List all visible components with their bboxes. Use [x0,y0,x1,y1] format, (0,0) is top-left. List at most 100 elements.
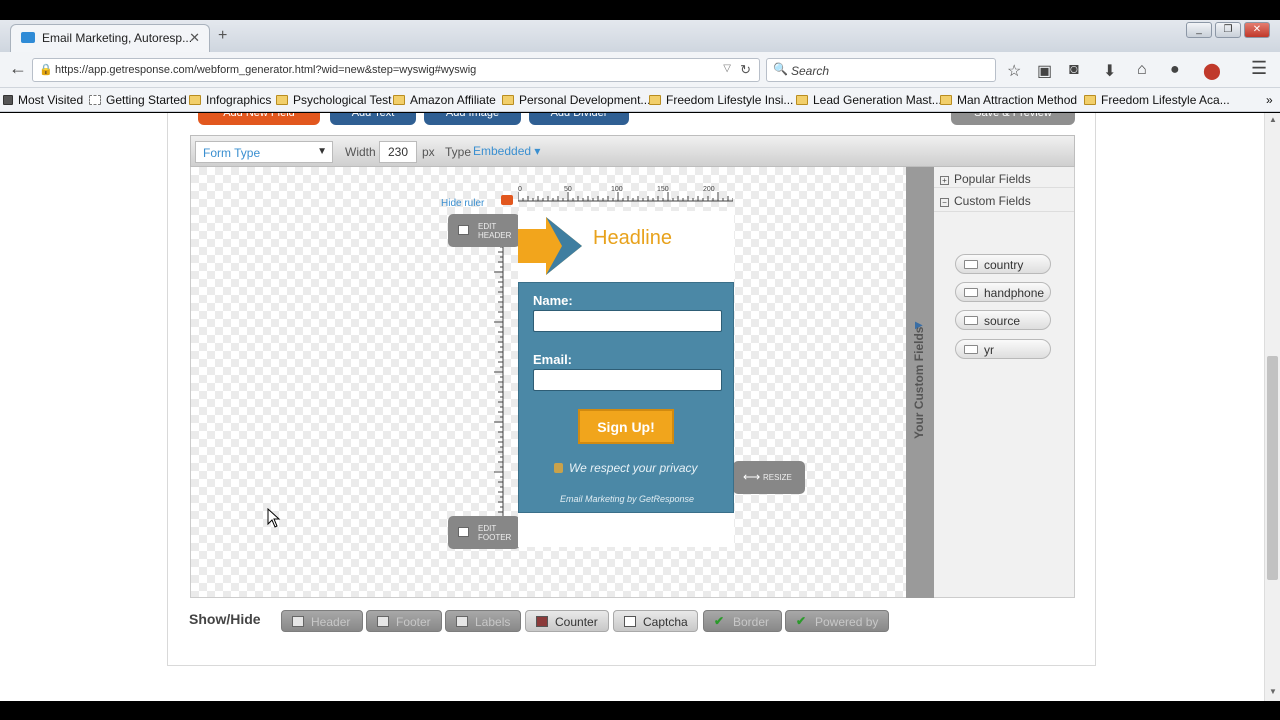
edit-header-button[interactable]: EDIT HEADER [448,214,520,247]
url-bar[interactable]: 🔒 https://app.getresponse.com/webform_ge… [32,58,760,82]
counter-icon [536,616,548,627]
scroll-down-icon[interactable]: ▼ [1269,687,1277,696]
bookmark-folder[interactable]: Freedom Lifestyle Insi... [649,93,793,107]
check-icon: ✔ [796,614,807,628]
add-new-field-button[interactable]: Add New Field [198,113,320,125]
bookmark-folder[interactable]: Psychological Test [276,93,392,107]
add-image-button[interactable]: Add Image [424,113,521,125]
download-icon[interactable]: ⬇ [1103,61,1116,81]
bookmark-most-visited[interactable]: Most Visited [3,93,83,107]
chevron-down-icon: ▼ [317,146,327,157]
square-icon [458,527,469,537]
menu-icon[interactable]: ☰ [1251,58,1267,79]
home-icon[interactable]: ⌂ [1137,61,1147,79]
chat-icon[interactable]: ● [1170,61,1180,79]
scroll-up-icon[interactable]: ▲ [1269,115,1277,124]
tab-title: Email Marketing, Autoresp... [42,31,193,45]
ruler-corner-icon[interactable] [501,195,513,205]
form-header[interactable]: Headline [518,211,734,282]
toggle-powered-by-button[interactable]: ✔ Powered by [785,610,889,632]
toggle-footer-button[interactable]: Footer [366,610,442,632]
custom-fields-tab[interactable]: ▶ Your Custom Fields [906,167,934,598]
custom-field-handphone[interactable]: handphone [955,282,1051,302]
reload-icon[interactable]: ↻ [740,62,751,78]
custom-field-yr[interactable]: yr [955,339,1051,359]
ruler-tick-label: 150 [657,186,669,193]
close-window-icon[interactable]: ✕ [1244,22,1270,38]
hide-ruler-link[interactable]: Hide ruler [441,198,484,209]
toggle-counter-button[interactable]: Counter [525,610,609,632]
pocket-icon[interactable]: ◙ [1069,61,1079,79]
mouse-cursor-icon [267,508,281,528]
square-icon [458,225,469,235]
search-bar[interactable]: 🔍 Search [766,58,996,82]
restore-icon[interactable]: ❐ [1215,22,1241,38]
webform-editor: Add New Field Add Text Add Image Add Div… [167,113,1096,666]
page-content: Add New Field Add Text Add Image Add Div… [0,113,1280,701]
type-select[interactable]: Embedded ▾ [473,144,540,158]
search-placeholder: Search [791,64,830,78]
tab-close-icon[interactable]: ✕ [189,30,200,46]
width-unit: px [422,145,435,159]
name-field[interactable] [533,310,722,332]
bookmark-folder[interactable]: Man Attraction Method [940,93,1077,107]
field-icon [964,260,978,269]
check-icon: ✔ [714,614,725,628]
toggle-captcha-button[interactable]: Captcha [613,610,698,632]
toggle-labels-button[interactable]: Labels [445,610,521,632]
email-field[interactable] [533,369,722,391]
toggle-border-button[interactable]: ✔ Border [703,610,782,632]
new-tab-button[interactable]: + [218,27,227,45]
back-arrow-icon[interactable]: ← [9,58,27,79]
width-input[interactable]: 230 [379,141,417,163]
form-type-select[interactable]: Form Type ▼ [195,141,333,163]
ruler-tick-label: 50 [564,186,572,193]
captcha-icon [624,616,636,627]
width-label: Width [345,145,376,159]
resize-arrows-icon: ⟷ [743,470,761,484]
bookmark-getting-started[interactable]: Getting Started [89,93,187,107]
custom-fields-section[interactable]: − Custom Fields [940,194,1031,208]
scrollbar-thumb[interactable] [1267,356,1278,580]
privacy-note: We respect your privacy [554,461,698,475]
toggle-header-button[interactable]: Header [281,610,363,632]
type-label: Type [445,145,472,159]
custom-field-source[interactable]: source [955,310,1051,330]
star-icon[interactable]: ☆ [1007,61,1021,81]
fields-panel: + Popular Fields − Custom Fields country h… [934,167,1075,598]
bookmarks-overflow-icon[interactable]: » [1266,93,1273,107]
form-headline[interactable]: Headline [593,227,672,250]
collapse-icon: − [940,198,949,207]
adblock-icon[interactable]: ⬤ [1203,61,1221,81]
expand-icon: + [940,176,949,185]
save-preview-button[interactable]: Save & Preview [951,113,1075,125]
add-text-button[interactable]: Add Text [330,113,416,125]
lock-icon: 🔒 [39,64,53,76]
popular-fields-section[interactable]: + Popular Fields [940,172,1031,186]
bookmark-folder[interactable]: Amazon Affiliate [393,93,496,107]
bookmark-folder[interactable]: Infographics [189,93,271,107]
bookmark-folder[interactable]: Lead Generation Mast... [796,93,942,107]
ruler-tick-label: 0 [518,186,522,193]
custom-field-country[interactable]: country [955,254,1051,274]
browser-tab-strip: Email Marketing, Autoresp... ✕ + _ ❐ ✕ [0,20,1280,52]
search-icon: 🔍 [773,62,788,76]
sign-up-button[interactable]: Sign Up! [578,409,674,444]
bookmark-folder[interactable]: Personal Development... [502,93,650,107]
navigation-bar: ← 🔒 https://app.getresponse.com/webform_… [0,52,1280,88]
powered-by-credit: Email Marketing by GetResponse [559,494,695,504]
clipboard-icon[interactable]: ▣ [1037,61,1052,81]
name-label: Name: [533,293,573,308]
add-divider-button[interactable]: Add Divider [529,113,629,125]
bookmark-folder[interactable]: Freedom Lifestyle Aca... [1084,93,1230,107]
edit-footer-button[interactable]: EDIT FOOTER [448,516,520,549]
form-preview: Headline Name: Email: Sign Up! We respec… [518,211,734,547]
square-icon [292,616,304,627]
field-icon [964,345,978,354]
dropdown-icon[interactable]: ▽ [723,63,731,74]
minimize-icon[interactable]: _ [1186,22,1212,38]
url-text: https://app.getresponse.com/webform_gene… [55,64,477,76]
resize-button[interactable]: ⟷ RESIZE [733,461,805,494]
page-scrollbar[interactable]: ▲ ▼ [1264,113,1280,701]
browser-tab[interactable]: Email Marketing, Autoresp... ✕ [10,24,210,52]
